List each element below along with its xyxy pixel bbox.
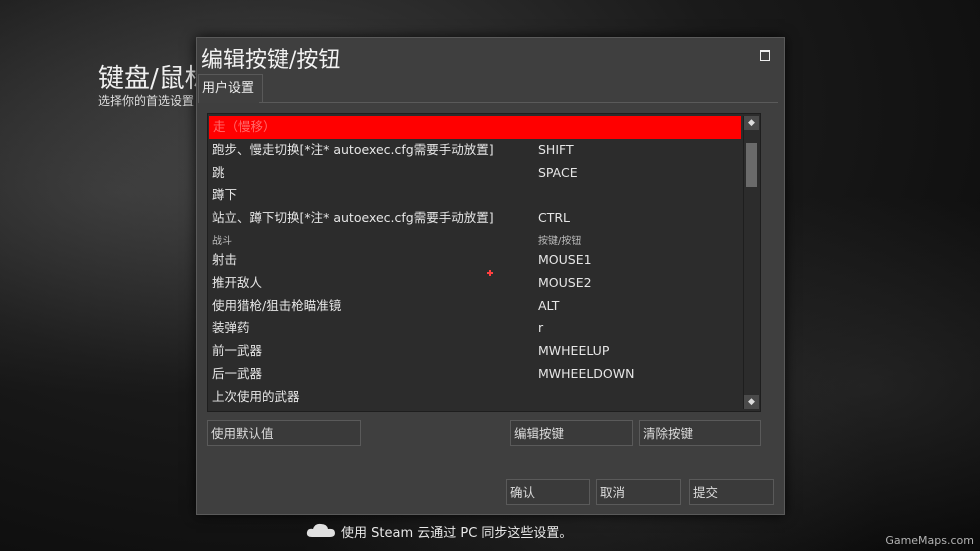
action-label: 跑步、慢走切换[*注* autoexec.cfg需要手动放置] — [212, 141, 494, 157]
cloud-icon — [306, 523, 335, 537]
key-label: ALT — [538, 297, 560, 313]
key-label: r — [538, 320, 544, 336]
action-label: 推开敌人 — [212, 274, 263, 290]
cloud-sync-text: 使用 Steam 云通过 PC 同步这些设置。 — [341, 526, 573, 541]
section-header: 战斗 按键/按钮 — [208, 230, 760, 249]
scroll-thumb[interactable] — [746, 143, 757, 187]
use-defaults-button[interactable]: 使用默认值 — [207, 420, 361, 446]
apply-button[interactable]: 提交 — [689, 479, 774, 505]
key-binding-row[interactable]: 上次使用的武器 — [208, 386, 760, 409]
action-label: 使用猎枪/狙击枪瞄准镜 — [212, 297, 342, 313]
action-label: 装弹药 — [212, 320, 250, 336]
key-label: MOUSE1 — [538, 251, 592, 267]
key-binding-row[interactable]: 前一武器 MWHEELUP — [208, 340, 760, 363]
tab-user-settings[interactable]: 用户设置 — [198, 74, 263, 103]
action-label: 前一武器 — [212, 343, 263, 359]
crosshair-icon — [487, 270, 493, 276]
key-binding-row[interactable]: 射击 MOUSE1 — [208, 249, 760, 272]
key-label: MWHEELUP — [538, 343, 610, 359]
maximize-icon[interactable] — [760, 50, 770, 61]
tab-divider — [259, 102, 778, 103]
action-label: 蹲下 — [212, 187, 238, 203]
watermark: GameMaps.com — [885, 534, 974, 547]
key-binding-row[interactable]: 站立、蹲下切换[*注* autoexec.cfg需要手动放置] CTRL — [208, 207, 760, 230]
action-label: 跳 — [212, 164, 225, 180]
key-binding-row[interactable]: 后一武器 MWHEELDOWN — [208, 363, 760, 386]
list-scrollbar[interactable]: ◆ ◆ — [743, 116, 759, 409]
key-binding-row[interactable]: 推开敌人 MOUSE2 — [208, 272, 760, 295]
action-label: 射击 — [212, 251, 238, 267]
page-subtitle: 选择你的首选设置 — [98, 94, 195, 108]
key-binding-row[interactable]: 蹲下 — [208, 184, 760, 207]
scroll-down-icon[interactable]: ◆ — [744, 395, 759, 409]
key-binding-list[interactable]: 走（慢移） 跑步、慢走切换[*注* autoexec.cfg需要手动放置] SHIF… — [207, 113, 761, 412]
key-label: MWHEELDOWN — [538, 365, 635, 381]
key-binding-row[interactable]: 使用猎枪/狙击枪瞄准镜 ALT — [208, 295, 760, 318]
clear-key-button[interactable]: 清除按键 — [639, 420, 761, 446]
dialog-title: 编辑按键/按钮 — [201, 48, 341, 73]
key-label: CTRL — [538, 210, 571, 226]
action-label: 走（慢移） — [213, 119, 276, 134]
scroll-up-icon[interactable]: ◆ — [744, 116, 759, 130]
key-binding-row[interactable]: 跳 SPACE — [208, 162, 760, 185]
key-binding-row[interactable]: 跑步、慢走切换[*注* autoexec.cfg需要手动放置] SHIFT — [208, 139, 760, 162]
key-binding-row[interactable]: 装弹药 r — [208, 317, 760, 340]
page-title: 键盘/鼠标 — [98, 64, 211, 94]
key-label: SPACE — [538, 164, 578, 180]
action-label: 站立、蹲下切换[*注* autoexec.cfg需要手动放置] — [212, 210, 494, 226]
key-label: MOUSE2 — [538, 274, 592, 290]
action-label: 上次使用的武器 — [212, 388, 300, 404]
key-binding-row[interactable]: 走（慢移） — [209, 116, 741, 139]
edit-key-button[interactable]: 编辑按键 — [510, 420, 633, 446]
action-label: 后一武器 — [212, 365, 263, 381]
cancel-button[interactable]: 取消 — [596, 479, 681, 505]
key-label: SHIFT — [538, 141, 574, 157]
ok-button[interactable]: 确认 — [506, 479, 590, 505]
edit-keys-dialog: 编辑按键/按钮 用户设置 走（慢移） 跑步、慢走切换[*注* autoexec.c… — [196, 37, 785, 515]
